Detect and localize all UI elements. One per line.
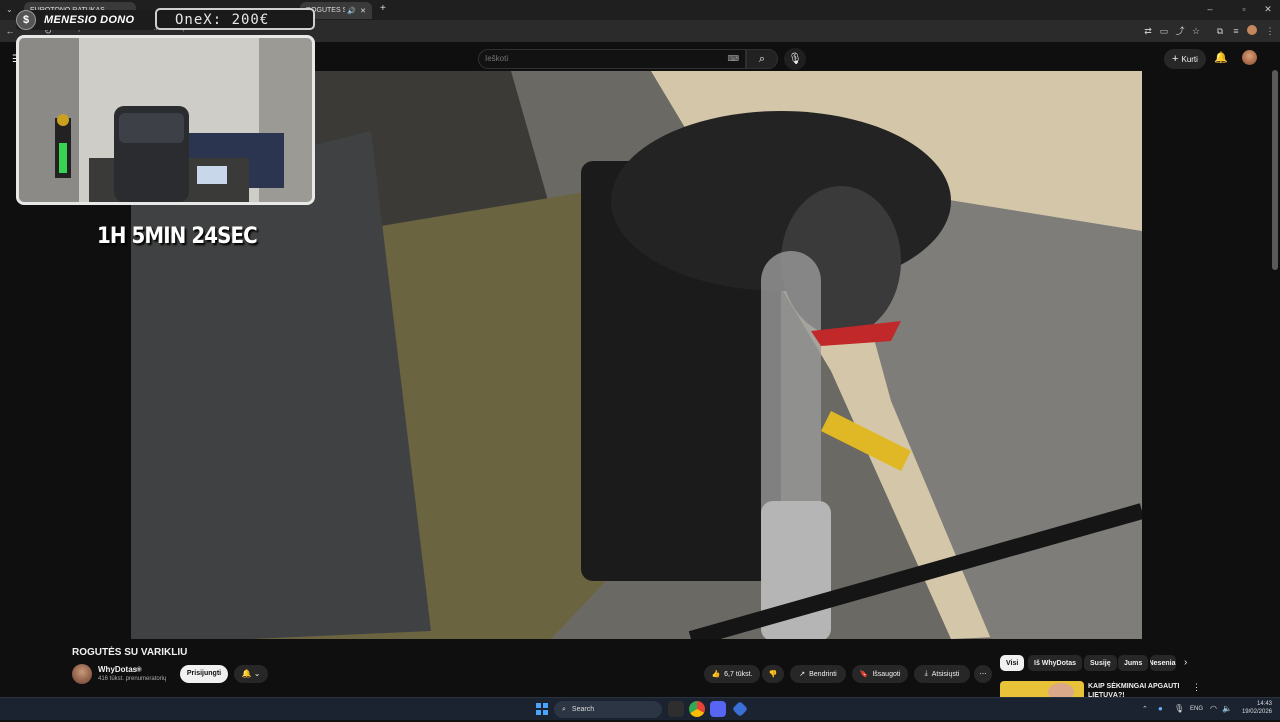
stream-timer: 1H 5MIN 24SEC [97, 224, 258, 249]
chip-all[interactable]: Visi [1000, 655, 1025, 671]
channel-name[interactable]: WhyDotas [98, 665, 137, 674]
voice-search-button[interactable]: 🎙 [784, 48, 806, 70]
tab-audio-icon[interactable]: 🔊 [347, 7, 356, 15]
verified-icon: ◉ [136, 666, 143, 673]
search-button[interactable]: ⌕ [746, 49, 778, 69]
discord-icon[interactable] [710, 701, 726, 717]
subscriber-count: 416 tūkst. prenumeratorių [98, 676, 167, 682]
minimize-icon[interactable]: – [1200, 4, 1220, 14]
more-actions-button[interactable]: ⋯ [974, 665, 992, 683]
search-input[interactable] [485, 54, 715, 63]
thumbs-up-icon: 👍 [711, 671, 721, 678]
share-button[interactable]: ↗ Bendrinti [790, 665, 846, 683]
chevron-right-icon[interactable]: › [1184, 657, 1187, 668]
extensions-icon[interactable]: ⧉ [1214, 25, 1226, 37]
maximize-icon[interactable]: ▫ [1234, 4, 1254, 14]
page-scrollbar[interactable] [1272, 70, 1278, 270]
language-indicator[interactable]: ENG [1190, 706, 1203, 712]
share-icon: ↗ [799, 671, 806, 678]
save-label: Išsaugoti [872, 670, 901, 678]
plus-icon: + [1172, 53, 1179, 65]
dislike-button[interactable]: 👎 [762, 665, 784, 683]
clock[interactable]: 14:43 19/02/2026 [1236, 700, 1272, 716]
close-window-icon[interactable]: ✕ [1258, 4, 1278, 15]
subscribe-button[interactable]: Prisijungti [180, 665, 228, 683]
volume-icon[interactable]: 🔈 [1222, 704, 1232, 713]
notifications-button[interactable]: 🔔 ⌄ [234, 665, 268, 683]
back-icon[interactable]: ← [4, 25, 16, 37]
chip-recent[interactable]: Neseniai [1150, 655, 1176, 671]
search-icon: ⌕ [758, 53, 766, 65]
bell-icon: 🔔 [241, 669, 252, 678]
webcam-frame [19, 38, 312, 202]
donor-title: MENESIO DONO [44, 14, 135, 26]
taskbar-search[interactable]: ⌕ Search [554, 701, 662, 718]
reading-list-icon[interactable]: ≡ [1230, 25, 1242, 37]
bookmark-icon: 🔖 [859, 671, 869, 678]
chip-for-you[interactable]: Jums [1118, 655, 1149, 671]
search-box[interactable]: ⌨ [478, 49, 746, 69]
download-button[interactable]: ⤓ Atsisiųsti [914, 665, 970, 683]
keyboard-icon[interactable]: ⌨ [727, 54, 739, 63]
cast-icon[interactable]: ▭ [1158, 25, 1170, 37]
channel-avatar[interactable] [72, 664, 92, 684]
wifi-icon[interactable]: ◠ [1210, 704, 1217, 713]
profile-icon[interactable] [1246, 25, 1258, 37]
webcam-overlay [16, 35, 315, 205]
create-button[interactable]: + Kurti [1164, 49, 1206, 69]
microphone-icon: 🎙 [788, 53, 802, 65]
bookmark-star-icon[interactable]: ☆ [1190, 25, 1202, 37]
tab-close-icon[interactable]: ✕ [360, 7, 366, 15]
browser-menu-icon[interactable]: ⋮ [1264, 25, 1276, 37]
microphone-icon[interactable]: 🎙 [1174, 704, 1184, 713]
like-button[interactable]: 👍 6,7 tūkst. [704, 665, 760, 683]
chip-from-channel[interactable]: Iš WhyDotas [1028, 655, 1083, 671]
video-title: ROGUTĖS SU VARIKLIU [72, 647, 188, 658]
donor-banner: $ MENESIO DONO [16, 10, 156, 30]
windows-start-icon[interactable] [534, 701, 550, 717]
download-icon: ⤓ [924, 670, 928, 677]
avatar[interactable] [1242, 50, 1257, 65]
clock-time: 14:43 [1256, 701, 1272, 707]
dollar-coin-icon: $ [16, 10, 36, 30]
download-label: Atsisiųsti [931, 670, 960, 678]
tray-app-icon[interactable]: ● [1158, 704, 1163, 713]
translate-icon[interactable]: ⇄ [1142, 25, 1154, 37]
chrome-icon[interactable] [689, 701, 705, 717]
windows-taskbar: ⌕ Search ⌃ ● 🎙 ENG ◠ 🔈 14:43 19/02/2026 [0, 697, 1280, 720]
more-icon: ⋯ [979, 671, 987, 678]
donor-value-box: OneX: 200€ [155, 8, 315, 30]
create-label: Kurti [1181, 54, 1198, 64]
tray-expand-icon[interactable]: ⌃ [1142, 705, 1148, 713]
tab-list-icon[interactable]: ⌄ [6, 5, 13, 14]
save-button[interactable]: 🔖 Išsaugoti [852, 665, 908, 683]
share-label: Bendrinti [809, 670, 837, 678]
recommended-menu-icon[interactable]: ⋮ [1192, 682, 1201, 693]
taskbar-search-label: Search [571, 706, 595, 713]
new-tab-button[interactable]: + [380, 3, 386, 14]
search-icon: ⌕ [562, 705, 566, 713]
donor-value: OneX: 200€ [175, 12, 270, 28]
app-icon[interactable] [668, 701, 684, 717]
chevron-down-icon: ⌄ [253, 669, 261, 678]
chip-related[interactable]: Susiję [1084, 655, 1117, 671]
like-count: 6,7 tūkst. [724, 670, 753, 678]
thumbs-down-icon: 👎 [768, 671, 778, 678]
bell-icon[interactable]: 🔔 [1214, 51, 1228, 64]
clock-date: 19/02/2026 [1241, 709, 1272, 715]
share-page-icon[interactable]: ⤴ [1174, 25, 1186, 37]
app-icon[interactable] [732, 701, 748, 717]
